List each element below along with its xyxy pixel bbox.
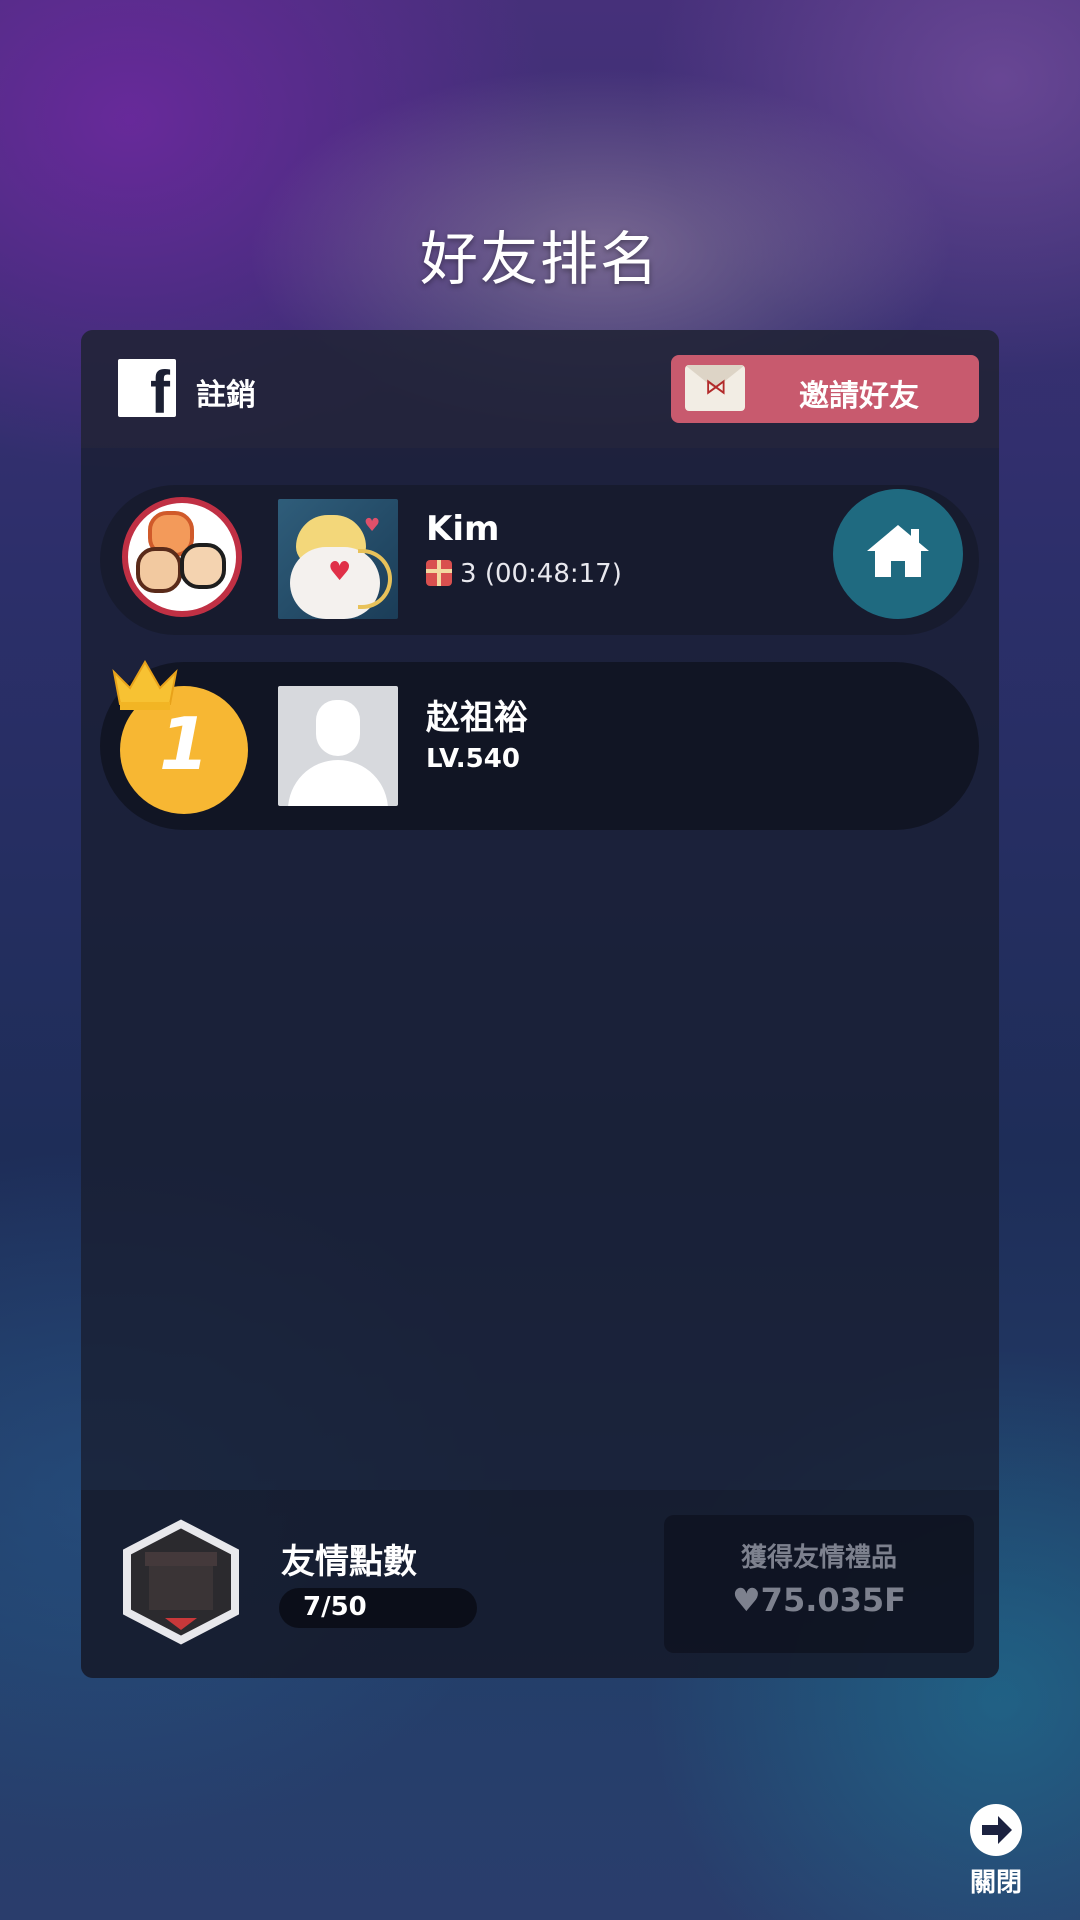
envelope-icon: ⋈: [685, 365, 745, 411]
gift-status: 3 (00:48:17): [426, 559, 622, 589]
player-name: Kim: [426, 509, 500, 549]
home-button[interactable]: [833, 489, 963, 619]
invite-friends-label: 邀請好友: [799, 379, 919, 414]
rank-number: 1: [158, 702, 210, 786]
heart-icon: ♥: [731, 1581, 761, 1619]
friendship-points-label: 友情點數: [281, 1542, 417, 1582]
gift-icon: [426, 560, 452, 586]
logout-button[interactable]: 註銷: [196, 370, 256, 414]
close-label: 關閉: [969, 1868, 1022, 1898]
home-icon: [867, 525, 929, 577]
panel-footer: 友情點數 7/50 獲得友情禮品 ♥75.035F: [81, 1490, 999, 1678]
avatar: ♥ ♥: [278, 499, 398, 619]
gift-timer: (00:48:17): [484, 559, 622, 589]
claim-gift-label: 獲得友情禮品: [740, 1543, 897, 1573]
player-level: LV.540: [426, 744, 520, 774]
close-button[interactable]: 關閉: [966, 1800, 1026, 1900]
avatar: [278, 686, 398, 806]
friend-row-self: ♥ ♥ Kim 3 (00:48:17): [100, 485, 979, 635]
friend-row-rank-1[interactable]: 1 赵祖裕 LV.540: [100, 659, 979, 830]
gift-icon: [123, 1519, 239, 1645]
friendship-points-bar: 7/50: [279, 1588, 477, 1628]
friendship-points-count: 7/50: [303, 1592, 367, 1622]
claim-friendship-gift-button[interactable]: 獲得友情禮品 ♥75.035F: [664, 1515, 974, 1653]
friend-ranking-panel: f 註銷 ⋈ 邀請好友 ♥ ♥ Kim 3 (00:48:17) 1 赵祖裕 L…: [81, 330, 999, 1678]
page-title: 好友排名: [419, 225, 660, 293]
facebook-icon[interactable]: f: [118, 359, 176, 423]
friends-group-icon: [122, 497, 242, 617]
panel-header: f 註銷 ⋈ 邀請好友: [81, 330, 999, 448]
arrow-right-icon: [970, 1804, 1022, 1856]
claim-gift-value: ♥75.035F: [731, 1581, 907, 1619]
invite-friends-button[interactable]: ⋈ 邀請好友: [671, 355, 979, 423]
player-name: 赵祖裕: [426, 698, 528, 738]
crown-icon: [112, 659, 178, 710]
gift-count: 3: [460, 559, 477, 589]
